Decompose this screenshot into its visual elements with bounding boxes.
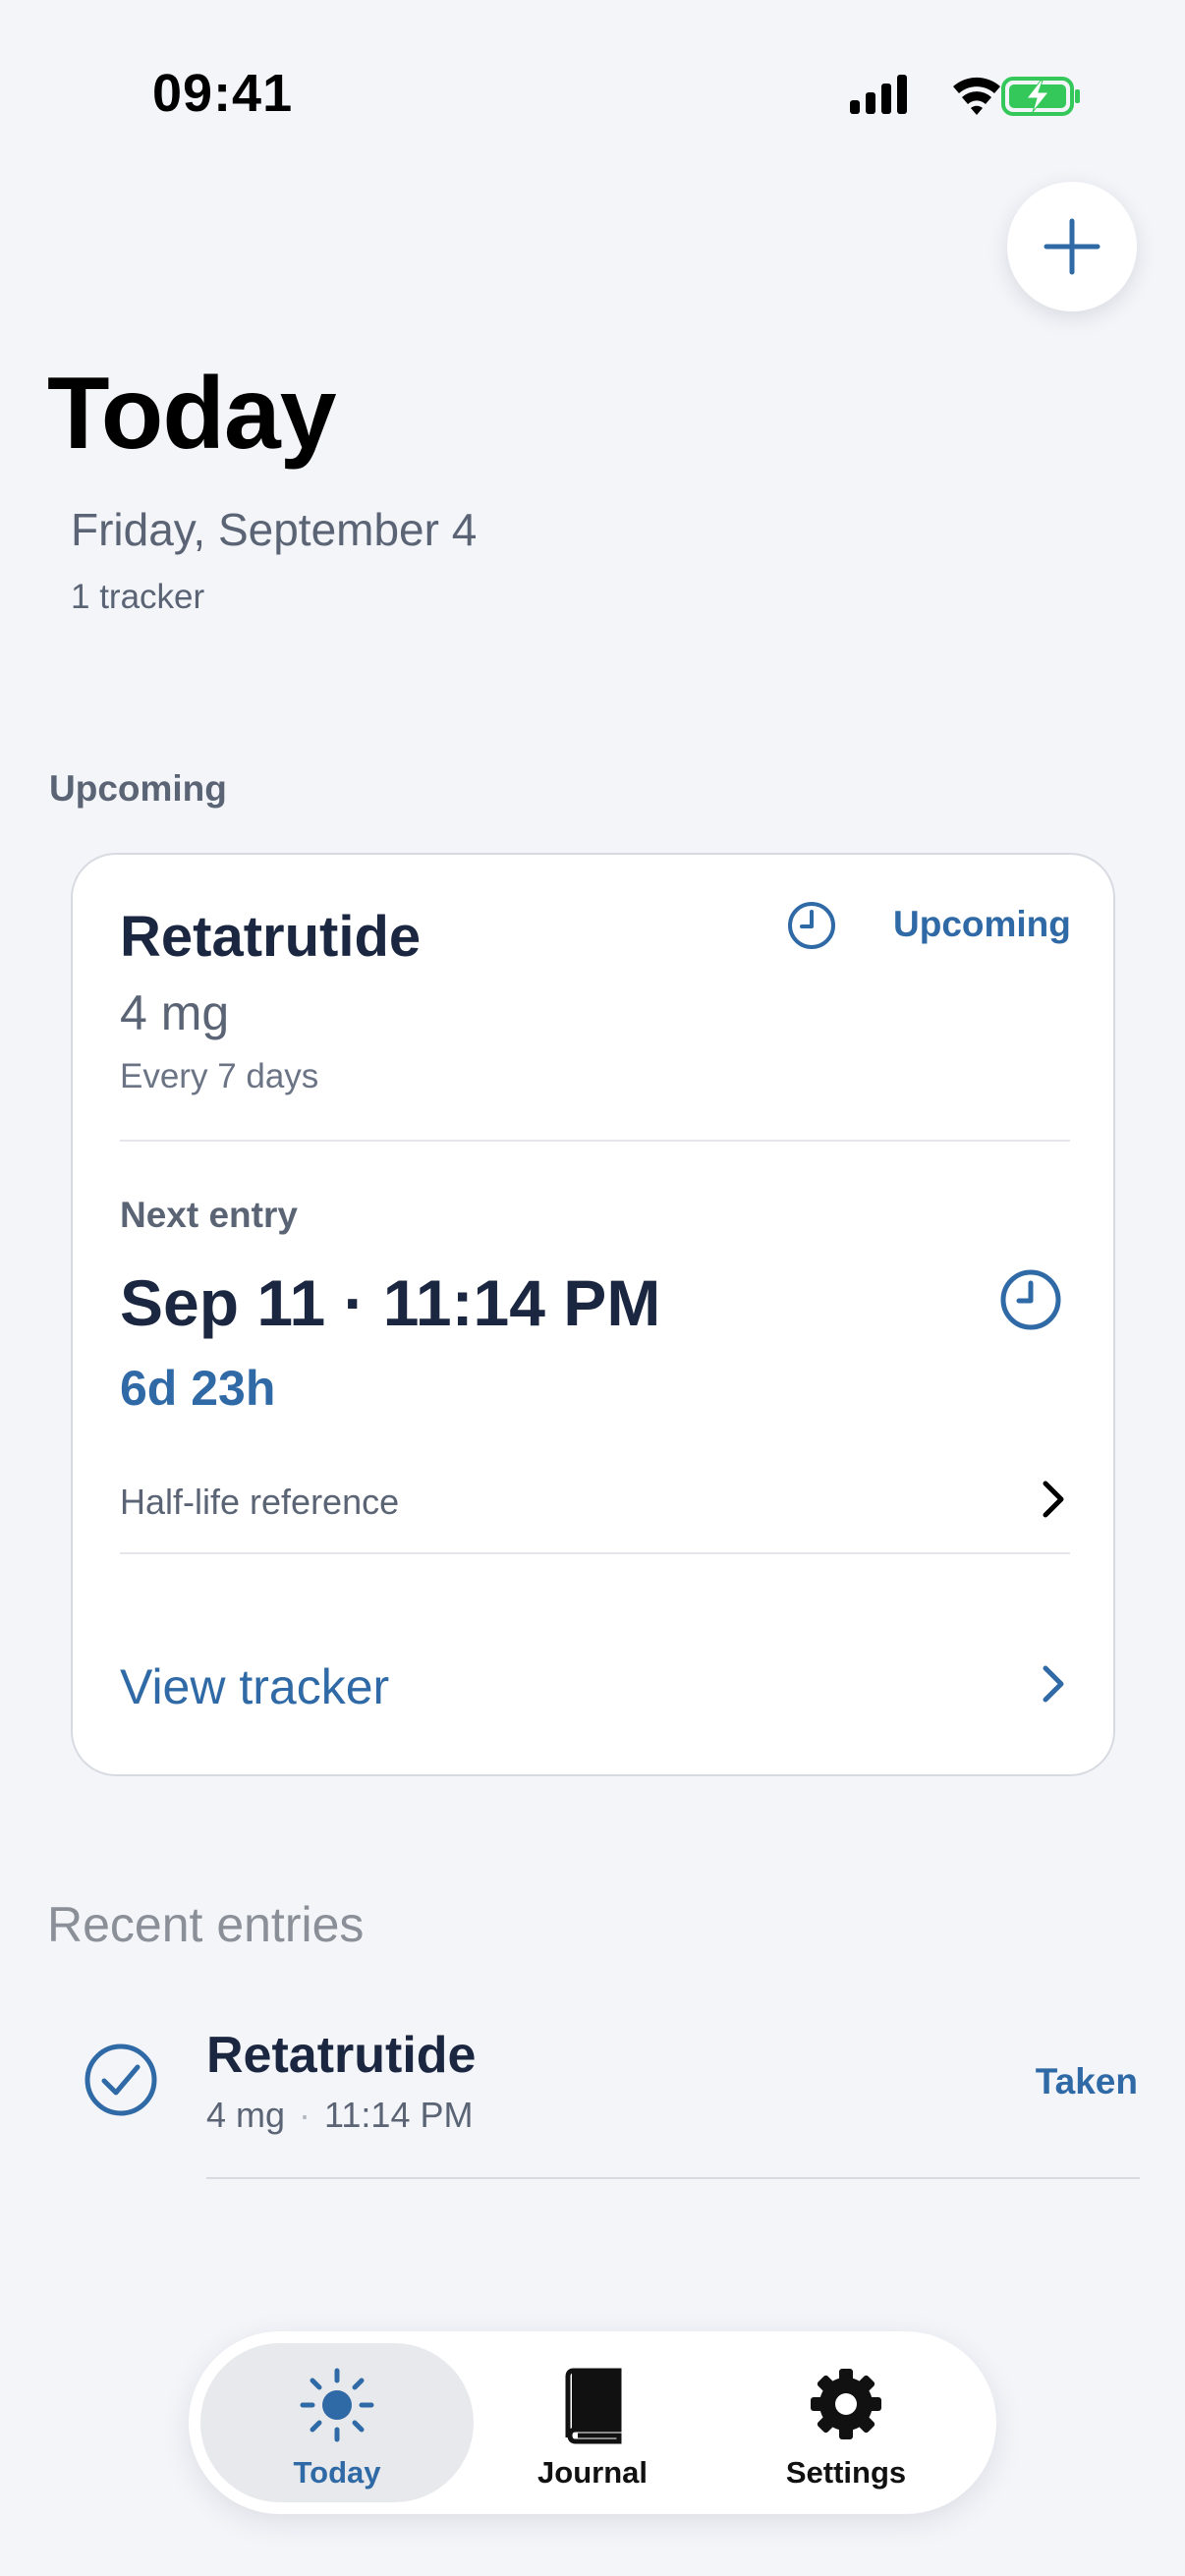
entry-dose: 4 mg xyxy=(206,2095,286,2135)
sun-icon xyxy=(299,2367,375,2448)
gear-icon xyxy=(809,2367,883,2446)
divider xyxy=(120,1140,1070,1142)
separator-dot: · xyxy=(299,2095,311,2135)
list-item[interactable]: Retatrutide 4 mg · 11:14 PM Taken xyxy=(69,2004,1140,2181)
tab-settings[interactable]: Settings xyxy=(709,2343,983,2502)
tab-journal[interactable]: Journal xyxy=(456,2343,729,2502)
divider xyxy=(120,1552,1070,1554)
tab-bar: Today Journal Settings xyxy=(189,2331,996,2514)
entry-time: 11:14 PM xyxy=(324,2095,474,2135)
chevron-right-icon xyxy=(1036,1478,1071,1526)
entry-status: Taken xyxy=(1035,2061,1138,2101)
chevron-right-icon xyxy=(1036,1662,1071,1710)
entry-detail: 4 mg · 11:14 PM xyxy=(206,2095,473,2136)
section-title-upcoming: Upcoming xyxy=(49,768,227,809)
status-time: 09:41 xyxy=(152,64,294,123)
add-button[interactable] xyxy=(1007,182,1137,311)
view-tracker-button[interactable]: View tracker xyxy=(73,1611,1117,1759)
medication-dose: 4 mg xyxy=(120,985,230,1040)
view-tracker-label: View tracker xyxy=(120,1659,390,1714)
divider xyxy=(206,2177,1140,2179)
status-badge: Upcoming xyxy=(893,904,1071,944)
wifi-icon xyxy=(953,77,1000,115)
clock-icon xyxy=(786,900,837,956)
page-title: Today xyxy=(47,357,337,471)
entry-name: Retatrutide xyxy=(206,2027,477,2084)
medication-frequency: Every 7 days xyxy=(120,1057,319,1095)
half-life-label: Half-life reference xyxy=(120,1482,400,1522)
checkmark-circle-icon xyxy=(83,2042,159,2123)
clock-icon xyxy=(998,1267,1063,1337)
cellular-signal-icon xyxy=(850,75,907,114)
section-title-recent: Recent entries xyxy=(47,1897,365,1952)
tab-label: Settings xyxy=(785,2455,907,2490)
next-entry-label: Next entry xyxy=(120,1195,298,1235)
half-life-reference-row[interactable]: Half-life reference xyxy=(73,1444,1117,1552)
next-entry-datetime: Sep 11 · 11:14 PM xyxy=(120,1266,661,1339)
plus-icon xyxy=(1044,218,1100,275)
status-icons xyxy=(847,71,1083,120)
tab-today[interactable]: Today xyxy=(200,2343,474,2502)
tab-label: Journal xyxy=(537,2455,648,2490)
book-icon xyxy=(558,2367,627,2450)
tab-label: Today xyxy=(293,2455,381,2490)
tracker-count: 1 tracker xyxy=(71,578,205,616)
battery-charging-icon xyxy=(1001,77,1080,116)
date-label: Friday, September 4 xyxy=(71,504,478,555)
medication-name: Retatrutide xyxy=(120,905,422,969)
countdown: 6d 23h xyxy=(120,1361,276,1416)
tracker-card[interactable]: Retatrutide 4 mg Every 7 days Upcoming N… xyxy=(71,853,1115,1776)
